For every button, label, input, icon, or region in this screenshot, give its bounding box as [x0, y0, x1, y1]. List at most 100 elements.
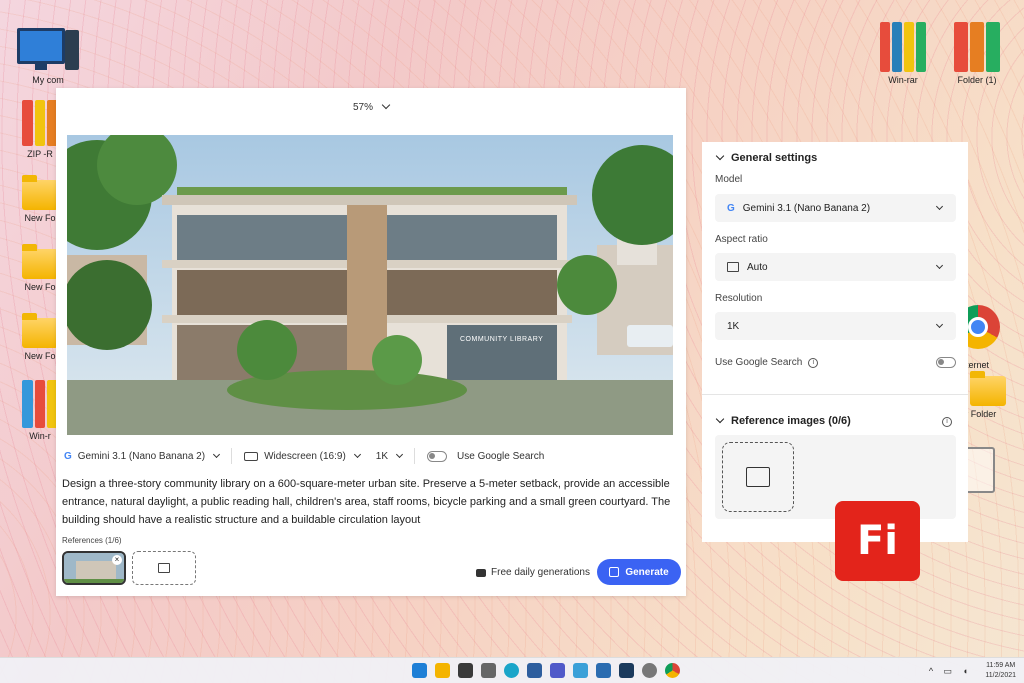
desktop-icon-folder-1[interactable]: Folder (1)	[945, 22, 1009, 85]
generate-button[interactable]: Generate	[597, 559, 681, 585]
google-search-setting-toggle[interactable]	[936, 357, 956, 368]
remove-reference-icon[interactable]: ×	[112, 555, 122, 565]
chevron-down-icon	[395, 450, 404, 458]
google-icon: G	[727, 202, 735, 214]
teams-icon[interactable]	[550, 663, 565, 678]
aspect-ratio-label: Aspect ratio	[715, 234, 768, 245]
folder-icon	[22, 313, 58, 348]
chevron-down-icon	[213, 450, 221, 458]
general-settings-title: General settings	[731, 152, 818, 164]
model-label: Model	[715, 174, 743, 185]
resolution-dropdown-label: 1K	[375, 450, 389, 462]
generated-image: COMMUNITY LIBRARY	[67, 135, 673, 435]
toolbar-divider	[231, 448, 233, 464]
model-dropdown-label: Gemini 3.1 (Nano Banana 2)	[77, 450, 206, 462]
resolution-select[interactable]: 1K	[715, 312, 956, 340]
windows-start-icon[interactable]	[412, 663, 427, 678]
google-search-setting-label: Use Google Search	[715, 357, 803, 368]
upload-image-icon	[746, 467, 770, 487]
zoom-value: 57%	[352, 102, 373, 113]
credits-icon	[476, 568, 486, 577]
references-label: References (1/6)	[62, 536, 122, 545]
file-explorer-icon[interactable]	[435, 663, 450, 678]
image-icon	[158, 563, 170, 573]
binder-folder-icon	[954, 22, 1000, 72]
generate-button-label: Generate	[625, 566, 669, 578]
google-search-label: Use Google Search	[457, 450, 545, 462]
chevron-down-icon	[935, 320, 944, 329]
aspect-dropdown-label: Widescreen (16:9)	[264, 450, 346, 462]
app-icon[interactable]	[527, 663, 542, 678]
settings-icon[interactable]	[642, 663, 657, 678]
chevron-down-icon	[715, 151, 725, 161]
panel-divider	[702, 394, 968, 395]
chevron-down-icon	[935, 261, 944, 270]
model-select[interactable]: G Gemini 3.1 (Nano Banana 2)	[715, 194, 956, 222]
desktop-icon-label: Win-rar	[888, 75, 918, 85]
chevron-down-icon	[935, 202, 944, 211]
resolution-value: 1K	[727, 320, 740, 332]
camera-icon[interactable]	[481, 663, 496, 678]
info-icon[interactable]: i	[942, 417, 952, 427]
model-select-value: Gemini 3.1 (Nano Banana 2)	[742, 202, 871, 214]
reference-images-title: Reference images (0/6)	[731, 415, 851, 427]
google-search-toggle[interactable]	[427, 450, 448, 462]
taskbar-apps	[412, 663, 680, 678]
recycle-bin-icon[interactable]	[965, 447, 995, 493]
chevron-down-icon	[715, 414, 725, 424]
active-app-icon[interactable]	[619, 663, 634, 678]
winrar-icon	[22, 100, 59, 146]
edge-icon[interactable]	[504, 663, 519, 678]
upload-reference-button[interactable]	[722, 442, 794, 512]
library-render-illustration	[67, 135, 673, 435]
aspect-ratio-select[interactable]: Auto	[715, 253, 956, 281]
toolbar-divider	[414, 448, 416, 464]
desktop-icon-my-computer[interactable]: My com	[16, 28, 80, 85]
sparkle-icon	[609, 567, 620, 577]
free-generations-info: Free daily generations	[476, 567, 590, 578]
image-sign-text: COMMUNITY LIBRARY	[460, 336, 544, 343]
clock-time: 11:59 AM	[986, 662, 1016, 669]
reference-thumbnail[interactable]: ×	[62, 551, 126, 585]
chrome-taskbar-icon[interactable]	[665, 663, 680, 678]
aspect-dropdown[interactable]: Widescreen (16:9)	[244, 450, 361, 462]
reference-images-header[interactable]: Reference images (0/6)	[715, 414, 851, 427]
desktop-icon-winrar[interactable]: Win-rar	[871, 22, 935, 85]
add-reference-button[interactable]	[132, 551, 196, 585]
folder-icon	[970, 371, 1006, 406]
system-tray-icons[interactable]: ^ ▭ ◖	[929, 666, 972, 677]
aspect-ratio-value: Auto	[747, 261, 768, 273]
free-generations-label: Free daily generations	[491, 567, 590, 578]
generation-toolbar: G Gemini 3.1 (Nano Banana 2) Widescreen …	[56, 443, 686, 469]
resolution-label: Resolution	[715, 293, 763, 304]
folder-icon	[22, 244, 58, 279]
aspect-auto-icon	[727, 262, 739, 272]
app-icon[interactable]	[596, 663, 611, 678]
settings-panel: General settings Model G Gemini 3.1 (Nan…	[702, 142, 968, 542]
google-search-row: Use Google Search i	[715, 357, 819, 368]
clock[interactable]: 11:59 AM 11/2/2021	[985, 661, 1016, 681]
computer-icon	[17, 28, 79, 72]
model-dropdown[interactable]: G Gemini 3.1 (Nano Banana 2)	[64, 450, 221, 462]
taskbar: ^ ▭ ◖ 11:59 AM 11/2/2021	[0, 657, 1024, 683]
desktop-icon-label: My com	[32, 75, 64, 85]
app-logo: Fi	[835, 501, 920, 581]
folder-icon	[22, 175, 58, 210]
clock-date: 11/2/2021	[985, 672, 1016, 679]
general-settings-header[interactable]: General settings	[715, 151, 818, 164]
prompt-input[interactable]: Design a three-story community library o…	[62, 475, 676, 529]
google-search-toggle-group[interactable]: Use Google Search	[427, 450, 545, 462]
google-icon: G	[64, 450, 72, 462]
zoom-control[interactable]: 57%	[56, 100, 686, 113]
resolution-dropdown[interactable]: 1K	[375, 450, 404, 462]
winrar-icon	[880, 22, 926, 72]
image-editor-panel: 57% COMMUNITY LIBRARY G Gemini 3.1 (Nano…	[56, 88, 686, 596]
store-icon[interactable]	[458, 663, 473, 678]
app-icon[interactable]	[573, 663, 588, 678]
chevron-down-icon	[353, 450, 361, 458]
info-icon[interactable]: i	[808, 357, 819, 368]
desktop-icon-label: Folder (1)	[957, 75, 997, 85]
chevron-down-icon	[381, 100, 391, 110]
aspect-ratio-icon	[244, 451, 259, 461]
winrar-icon	[22, 380, 59, 428]
